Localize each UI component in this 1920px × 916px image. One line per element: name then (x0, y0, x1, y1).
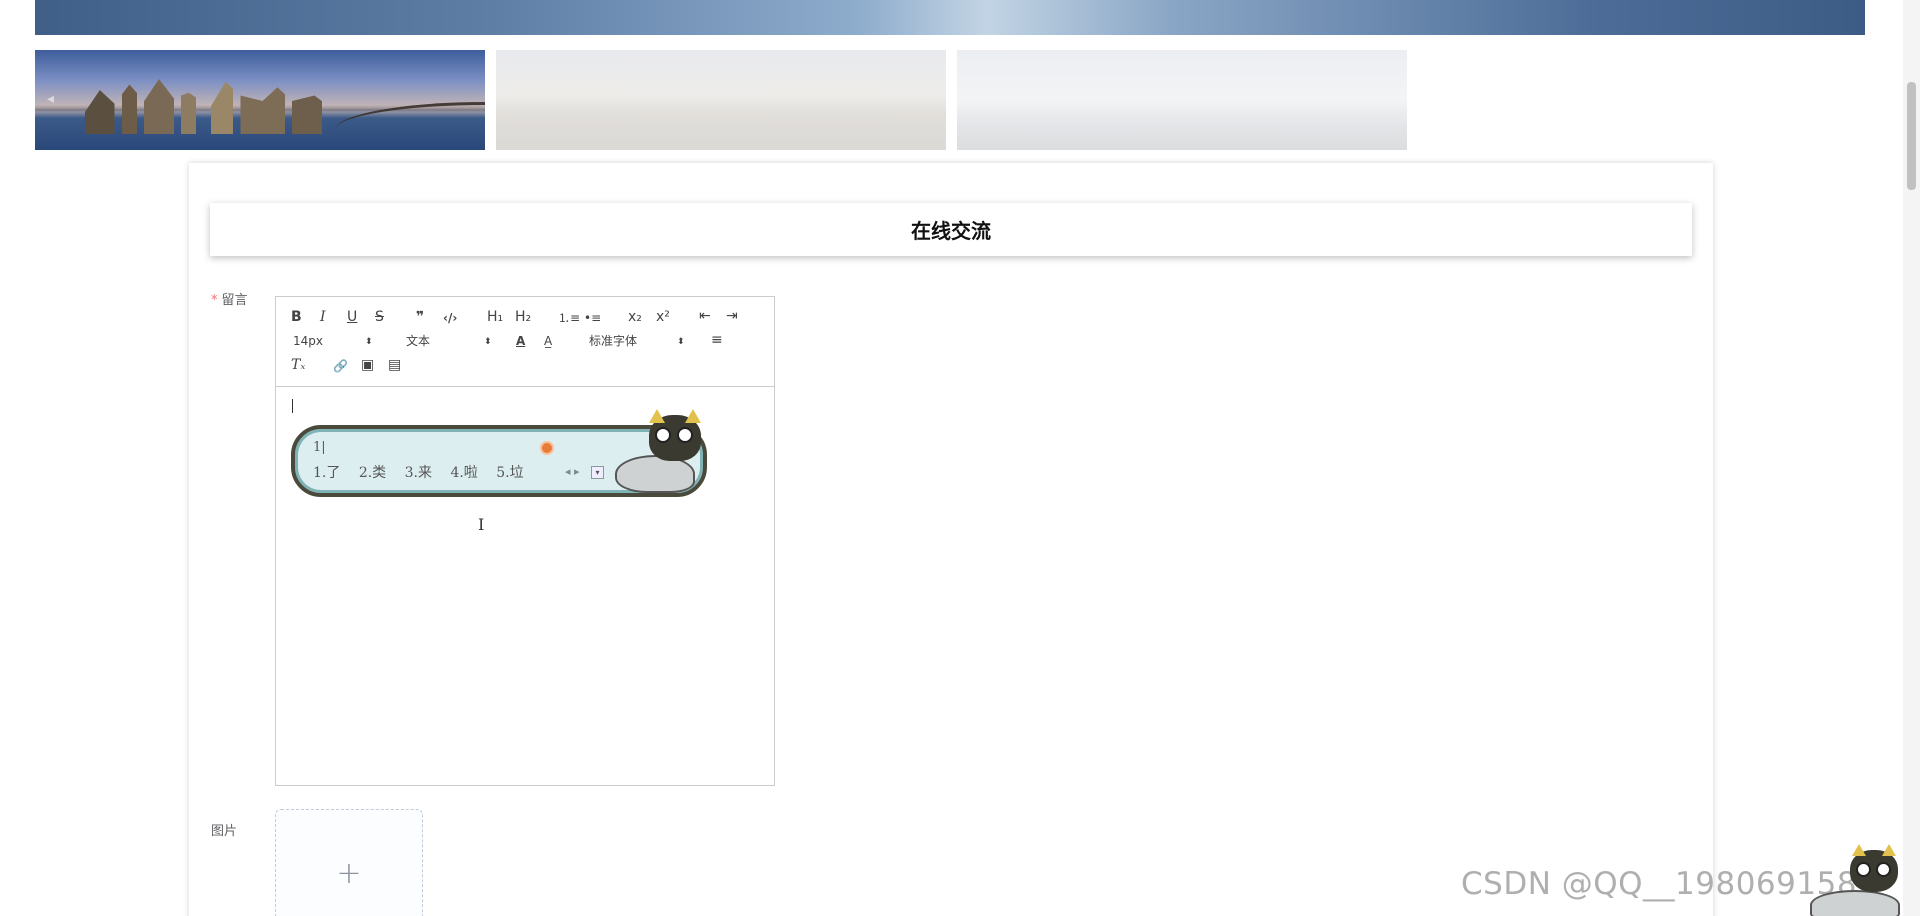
blockquote-button[interactable]: ❞ (416, 309, 424, 325)
ime-candidate[interactable]: 5.垃 (496, 465, 523, 481)
corner-cat-mascot-icon (1810, 844, 1920, 916)
carousel-prev-icon[interactable]: ◂ (47, 91, 54, 107)
subscript-button[interactable]: x₂ (628, 309, 642, 325)
ime-eye-icon (540, 441, 554, 455)
mascot-ear (685, 409, 701, 423)
ime-candidate[interactable]: 1.了 (313, 465, 340, 481)
top-banner-image (35, 0, 1865, 35)
image-icon[interactable]: ▣ (361, 357, 374, 373)
indent-button[interactable]: ⇥ (726, 308, 738, 324)
strike-button[interactable]: S (375, 309, 384, 325)
page-scrollbar[interactable] (1903, 0, 1920, 916)
page-title: 在线交流 (210, 203, 1692, 256)
font-family-caret-icon: ⬍ (677, 337, 685, 347)
header-caret-icon: ⬍ (484, 337, 492, 347)
background-color-button[interactable]: A̲ (544, 333, 552, 349)
message-label: * 留言 (211, 289, 248, 308)
font-size-select[interactable]: 14px ⬍ (293, 333, 373, 349)
carousel-slide-3[interactable] (957, 50, 1407, 150)
header2-button[interactable]: H₂ (515, 309, 531, 325)
font-size-caret-icon: ⬍ (365, 337, 373, 347)
ime-candidate[interactable]: 2.类 (359, 465, 386, 481)
required-mark: * (211, 293, 218, 308)
image-label: 图片 (211, 824, 238, 839)
mascot-body (1810, 890, 1900, 916)
mascot-eye (1876, 862, 1891, 877)
message-label-text: 留言 (221, 293, 248, 308)
bold-button[interactable]: B (291, 309, 302, 325)
ime-dropdown-icon[interactable]: ▾ (591, 466, 604, 479)
editor-toolbar: B I U S ❞ ‹/› H₁ H₂ ⒈≡ •≡ x₂ x² ⇤ ⇥ 14px… (276, 297, 774, 387)
ime-page-nav-icon[interactable]: ◂ ▸ (565, 465, 580, 478)
rich-text-editor[interactable]: B I U S ❞ ‹/› H₁ H₂ ⒈≡ •≡ x₂ x² ⇤ ⇥ 14px… (275, 296, 775, 786)
mascot-ear (649, 409, 665, 423)
ime-candidate-list: 1.了 2.类 3.来 4.啦 5.垃 (313, 462, 538, 482)
carousel-slide-1[interactable]: ◂ (35, 50, 485, 150)
ime-cat-mascot-icon (615, 409, 711, 495)
scrollbar-thumb[interactable] (1907, 82, 1916, 190)
plus-icon: + (336, 856, 362, 891)
font-family-value: 标准字体 (589, 334, 638, 348)
text-caret (292, 399, 293, 413)
mascot-ear (1882, 844, 1896, 856)
header-select[interactable]: 文本 ⬍ (406, 333, 492, 349)
font-family-select[interactable]: 标准字体 ⬍ (589, 333, 685, 349)
mascot-eye (677, 427, 693, 443)
editor-content[interactable]: 1| 1.了 2.类 3.来 4.啦 5.垃 ◂ ▸ ▾ I (276, 387, 774, 785)
ibeam-cursor-icon: I (478, 515, 485, 534)
ordered-list-button[interactable]: ⒈≡ (558, 310, 580, 326)
code-block-button[interactable]: ‹/› (443, 310, 457, 326)
bridge-image (335, 102, 485, 130)
bullet-list-button[interactable]: •≡ (584, 310, 601, 326)
header-value: 文本 (406, 334, 431, 348)
message-card: 在线交流 * 留言 B I U S ❞ ‹/› H₁ H₂ ⒈≡ •≡ x₂ x²… (189, 163, 1713, 916)
font-size-value: 14px (293, 334, 323, 348)
mascot-eye (655, 427, 671, 443)
header1-button[interactable]: H₁ (487, 309, 503, 325)
ime-candidate[interactable]: 3.来 (405, 465, 432, 481)
ime-candidate[interactable]: 4.啦 (450, 465, 477, 481)
ime-input-text: 1| (313, 440, 326, 455)
clean-format-button[interactable]: Tₓ (291, 357, 305, 373)
underline-button[interactable]: U (347, 309, 357, 325)
italic-button[interactable]: I (320, 309, 326, 325)
video-icon[interactable]: ▤ (388, 357, 401, 373)
image-upload-box[interactable]: + (275, 809, 423, 916)
outdent-button[interactable]: ⇤ (699, 308, 711, 324)
carousel-slide-2[interactable] (496, 50, 946, 150)
ime-candidate-popup[interactable]: 1| 1.了 2.类 3.来 4.啦 5.垃 ◂ ▸ ▾ (291, 409, 707, 497)
link-icon[interactable]: 🔗 (333, 358, 348, 374)
mascot-ear (1852, 844, 1866, 856)
align-button[interactable]: ≡ (711, 332, 723, 348)
mascot-eye (1856, 862, 1871, 877)
superscript-button[interactable]: x² (656, 309, 670, 325)
font-color-button[interactable]: A (516, 333, 525, 349)
